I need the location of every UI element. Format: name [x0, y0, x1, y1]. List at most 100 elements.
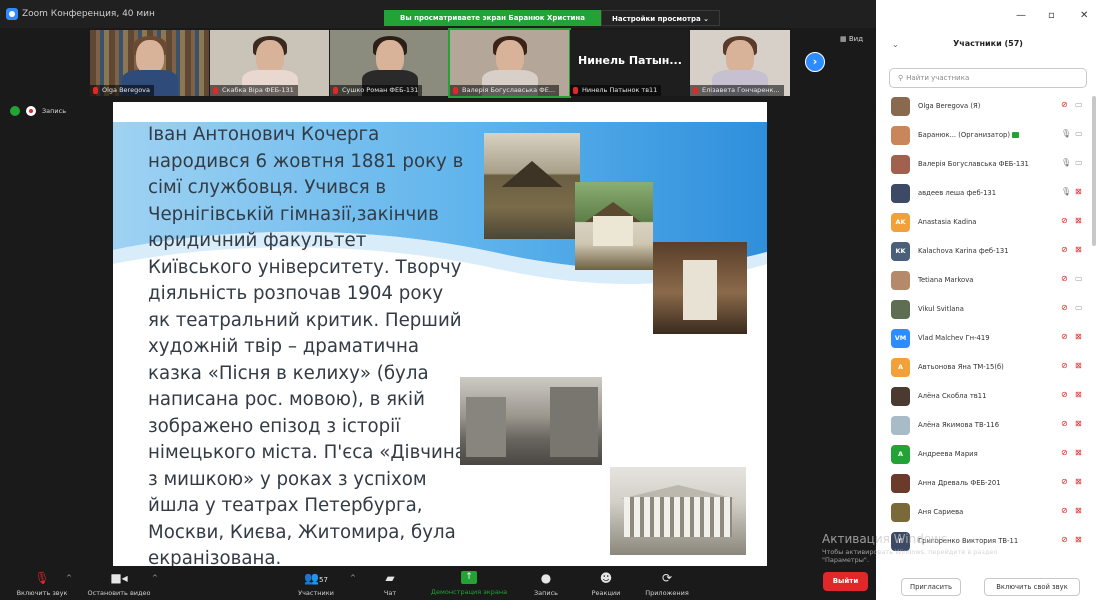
mic-muted-icon: ⊘	[1061, 303, 1068, 312]
leave-meeting-button[interactable]: Выйти	[823, 572, 868, 591]
avatar: VM	[891, 329, 910, 348]
slide-text-line: йшла у театрах Петербурга,	[148, 495, 423, 516]
unmute-button[interactable]: 🎙 Включить звук	[8, 566, 76, 600]
participant-row[interactable]: Валерія Богуславська ФЕБ-131 🎙 ▭	[876, 150, 1100, 179]
reactions-button[interactable]: ☻ Реакции	[584, 566, 628, 600]
avatar	[891, 97, 910, 116]
slide-text: Іван Антонович Кочерга народився 6 жовтня…	[148, 122, 468, 566]
slide-text-line: зображено епізод з історії	[148, 415, 401, 437]
zoom-logo-icon	[6, 8, 18, 20]
participant-list-scrollbar[interactable]	[1092, 96, 1096, 246]
minimize-icon[interactable]: —	[1016, 10, 1026, 21]
participant-row[interactable]: Аня Сариева ⊘ ⊠	[876, 498, 1100, 527]
slide-text-line: екранізована.	[148, 548, 282, 566]
video-thumbnail[interactable]: Сушко Роман ФЕБ-131	[330, 30, 449, 96]
video-thumbnail[interactable]: Елізавета Гончаренк...	[690, 30, 790, 96]
participants-button[interactable]: 👥57 Участники	[288, 566, 344, 600]
participants-panel: — ▫ ✕ ⌄ Участники (57) ⚲ Найти участника …	[876, 0, 1100, 600]
unmute-self-button[interactable]: Включить свой звук	[984, 578, 1080, 596]
participant-name: Vikul Svitlana	[918, 305, 964, 313]
participant-row[interactable]: Анна Древаль ФЕБ-201 ⊘ ⊠	[876, 469, 1100, 498]
camera-icon: ▭	[1075, 100, 1083, 109]
mic-icon: 🎙	[1061, 129, 1072, 138]
apps-icon: ⟳	[661, 571, 673, 585]
participant-name: Андреева Мария	[918, 450, 978, 458]
audio-options-chevron-icon[interactable]: ^	[66, 574, 72, 582]
participant-row[interactable]: Olga Beregova (Я) ⊘ ▭	[876, 92, 1100, 121]
person-face	[375, 40, 404, 74]
participant-row[interactable]: Баранюк... (Организатор) 🎙 ▭	[876, 121, 1100, 150]
participant-row[interactable]: KK Kalachova Karina феб-131 ⊘ ⊠	[876, 237, 1100, 266]
participant-search-input[interactable]: ⚲ Найти участника	[889, 68, 1087, 88]
participants-chevron-icon[interactable]: ^	[350, 574, 356, 582]
camera-off-icon: ⊠	[1075, 332, 1082, 341]
meeting-toolbar: 🎙 Включить звук ^ ■◂ Остановить видео ^ …	[0, 566, 876, 600]
invite-button[interactable]: Пригласить	[901, 578, 961, 596]
participant-name: Автьонова Яна ТМ-15(б)	[918, 363, 1004, 371]
stop-video-button[interactable]: ■◂ Остановить видео	[82, 566, 156, 600]
shield-check-icon[interactable]	[10, 106, 20, 116]
participant-name: Аня Сариева	[918, 508, 964, 516]
mic-muted-icon: ⊘	[1061, 100, 1068, 109]
video-thumbnail[interactable]: Olga Beregova	[90, 30, 209, 96]
avatar	[891, 155, 910, 174]
camera-off-icon: ⊠	[1075, 390, 1082, 399]
thumbnail-name: Валерія Богуславська ФЕ...	[450, 85, 560, 96]
avatar	[891, 126, 910, 145]
slide-text-line: казка «Пісня в келиху» (була	[148, 362, 429, 384]
participant-name: авдеев леша феб-131	[918, 189, 997, 197]
avatar	[891, 387, 910, 406]
view-options-button[interactable]: Настройки просмотра ⌄	[600, 10, 721, 26]
chat-button[interactable]: ▰ Чат	[375, 566, 405, 600]
share-screen-button[interactable]: ↑ Демонстрация экрана	[422, 566, 516, 600]
camera-off-icon: ⊠	[1075, 216, 1082, 225]
participant-row[interactable]: авдеев леша феб-131 🎙 ⊠	[876, 179, 1100, 208]
close-icon[interactable]: ✕	[1080, 10, 1088, 21]
video-thumbnail[interactable]: Скабка Віра ФЕБ-131	[210, 30, 329, 96]
video-thumbnail-active-speaker[interactable]: Валерія Богуславська ФЕ...	[448, 28, 571, 98]
view-button[interactable]: ▦ Вид	[840, 35, 863, 43]
mic-muted-icon: ⊘	[1061, 448, 1068, 457]
recording-bar: Запись	[10, 106, 66, 116]
slide-text-line: написана рос. мовою), в якій	[148, 389, 425, 410]
slide-text-line: народився 6 жовтня 1881 року в	[148, 150, 464, 172]
participant-row[interactable]: AK Anastasia Kadina ⊘ ⊠	[876, 208, 1100, 237]
avatar	[891, 416, 910, 435]
participant-row[interactable]: A Андреева Мария ⊘ ⊠	[876, 440, 1100, 469]
person-face	[255, 40, 284, 74]
camera-icon: ▭	[1075, 129, 1083, 138]
thumbnail-name: Olga Beregova	[90, 85, 155, 96]
slide-text-line: Чернігівській гімназії,закінчив	[148, 203, 439, 225]
slide-photo-white-hut	[575, 182, 653, 270]
video-thumbnails-strip: Olga Beregova Скабка Віра ФЕБ-131 Сушко …	[90, 28, 790, 98]
participant-row[interactable]: VM Vlad Malchev Гн-419 ⊘ ⊠	[876, 324, 1100, 353]
video-thumbnail-no-video[interactable]: Нинель Патын... Нинель Патынок тв11	[570, 30, 689, 96]
mic-muted-icon: ⊘	[1061, 274, 1068, 283]
mic-muted-icon: ⊘	[1061, 419, 1068, 428]
participant-row[interactable]: Алёна Якимова ТВ-116 ⊘ ⊠	[876, 411, 1100, 440]
slide-text-line: Москви, Києва, Житомира, була	[148, 521, 456, 543]
participant-name: Алёна Якимова ТВ-116	[918, 421, 1000, 429]
slide-photo-interior-stove	[653, 242, 747, 334]
participant-row[interactable]: A Автьонова Яна ТМ-15(б) ⊘ ⊠	[876, 353, 1100, 382]
participant-row[interactable]: Vikul Svitlana ⊘ ▭	[876, 295, 1100, 324]
thumbnail-name: Елізавета Гончаренк...	[690, 85, 784, 96]
participant-name: Tetiana Markova	[918, 276, 974, 284]
apps-button[interactable]: ⟳ Приложения	[640, 566, 694, 600]
participant-name: Баранюк... (Организатор)	[918, 131, 1019, 139]
share-banner: Вы просматриваете экран Баранюк Христина…	[384, 10, 721, 26]
participant-row[interactable]: Tetiana Markova ⊘ ▭	[876, 266, 1100, 295]
maximize-icon[interactable]: ▫	[1048, 10, 1055, 21]
zoom-window: Zoom Конференция, 40 мин Вы просматривае…	[0, 0, 876, 600]
slide-photo-village-house	[484, 133, 580, 239]
participant-row[interactable]: Алёна Скобла тв11 ⊘ ⊠	[876, 382, 1100, 411]
avatar: A	[891, 445, 910, 464]
video-options-chevron-icon[interactable]: ^	[152, 574, 158, 582]
participant-list: Olga Beregova (Я) ⊘ ▭ Баранюк... (Организат…	[876, 92, 1100, 556]
mic-muted-icon: ⊘	[1061, 506, 1068, 515]
avatar	[891, 271, 910, 290]
next-page-arrow-icon[interactable]: ›	[805, 52, 825, 72]
participant-name: Olga Beregova (Я)	[918, 102, 981, 110]
record-button[interactable]: ● Запись	[528, 566, 564, 600]
slide-text-line: юридичний факультет	[148, 230, 367, 251]
